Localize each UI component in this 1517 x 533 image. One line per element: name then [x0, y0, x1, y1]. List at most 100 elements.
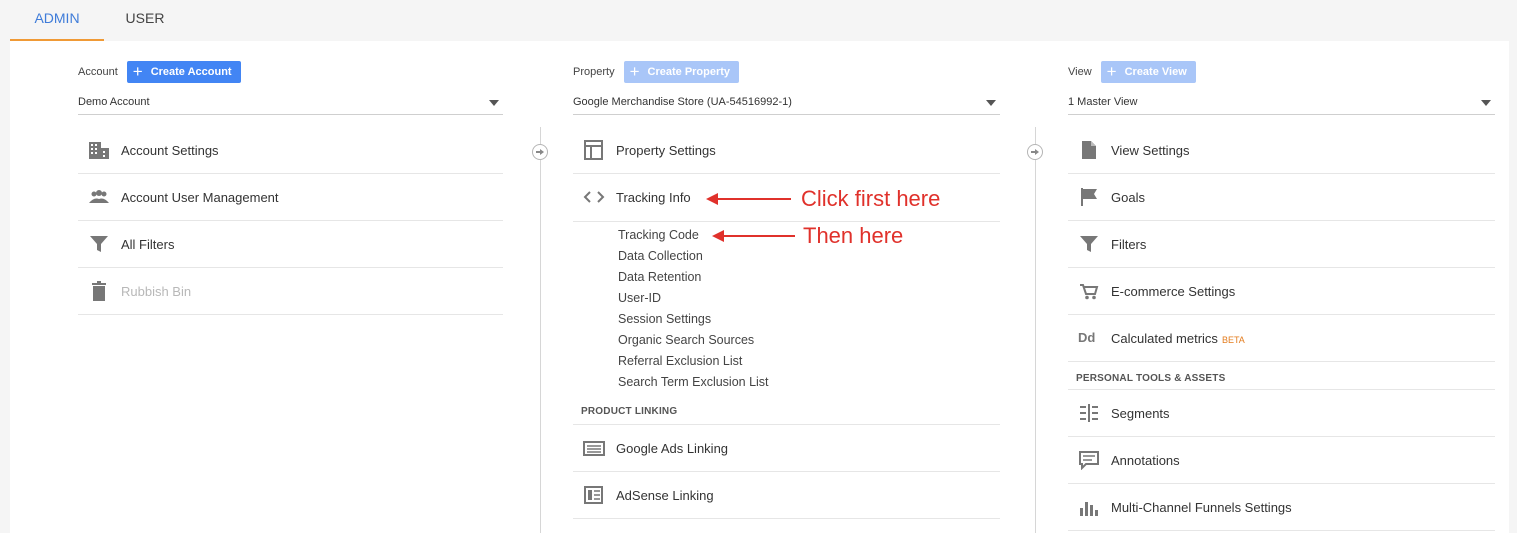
document-icon — [1082, 141, 1096, 159]
account-settings-item[interactable]: Account Settings — [78, 127, 503, 174]
view-header: View + Create View — [1068, 61, 1196, 83]
view-settings-item[interactable]: View Settings — [1068, 127, 1495, 174]
account-column: Account + Create Account Demo Account Ac… — [78, 41, 503, 533]
adsense-icon — [584, 486, 603, 504]
create-view-button[interactable]: + Create View — [1100, 61, 1196, 83]
calculated-metrics-label: Calculated metrics BETA — [1111, 331, 1245, 346]
rubbish-bin-label: Rubbish Bin — [121, 283, 192, 299]
account-selected: Demo Account — [78, 96, 150, 108]
building-icon — [89, 142, 109, 159]
tab-admin[interactable]: ADMIN — [10, 0, 104, 41]
submenu-item-session-settings[interactable]: Session Settings — [573, 309, 1000, 330]
arrow-right-icon — [532, 144, 548, 160]
create-property-label: Create Property — [647, 66, 731, 78]
account-settings-label: Account Settings — [121, 142, 219, 158]
window-icon — [584, 140, 603, 160]
view-column: View + Create View 1 Master View View Se… — [1068, 41, 1495, 533]
submenu-item-organic-search[interactable]: Organic Search Sources — [573, 330, 1000, 351]
submenu-item-user-id[interactable]: User-ID — [573, 288, 1000, 309]
property-settings-label: Property Settings — [616, 142, 716, 158]
create-account-label: Create Account — [150, 66, 232, 78]
mcf-settings-label: Multi-Channel Funnels Settings — [1111, 499, 1292, 515]
annotations-label: Annotations — [1111, 452, 1180, 468]
property-settings-item[interactable]: Property Settings — [573, 127, 1000, 174]
people-icon — [89, 190, 109, 203]
admin-tabs: ADMIN USER — [10, 0, 1517, 41]
mcf-settings-item[interactable]: Multi-Channel Funnels Settings — [1068, 484, 1495, 531]
trash-icon — [92, 281, 106, 301]
calculated-metrics-text: Calculated metrics — [1111, 330, 1218, 346]
personal-tools-heading: PERSONAL TOOLS & ASSETS — [1068, 362, 1495, 390]
view-selected: 1 Master View — [1068, 96, 1138, 108]
account-menu: Account Settings Account User Management… — [78, 127, 503, 315]
plus-icon: + — [132, 62, 143, 81]
submenu-item-data-retention[interactable]: Data Retention — [573, 267, 1000, 288]
annotations-item[interactable]: Annotations — [1068, 437, 1495, 484]
caret-down-icon — [489, 100, 499, 106]
product-linking-heading: PRODUCT LINKING — [573, 399, 1000, 425]
adsense-linking-label: AdSense Linking — [616, 487, 714, 503]
view-settings-label: View Settings — [1111, 142, 1190, 158]
code-icon — [583, 191, 605, 203]
google-ads-linking-label: Google Ads Linking — [616, 440, 729, 456]
filters-label: Filters — [1111, 236, 1147, 252]
arrow-right-icon — [1027, 144, 1043, 160]
calculated-metrics-item[interactable]: Dd Calculated metrics BETA — [1068, 315, 1495, 362]
create-view-label: Create View — [1124, 66, 1187, 78]
account-label: Account — [78, 66, 118, 78]
annotation-arrow-second — [712, 230, 795, 242]
column-divider — [532, 127, 548, 533]
admin-panel: Account + Create Account Demo Account Ac… — [10, 41, 1509, 533]
create-account-button[interactable]: + Create Account — [126, 61, 241, 83]
tab-user[interactable]: USER — [110, 0, 180, 41]
bar-chart-icon — [1080, 502, 1098, 516]
account-user-management-label: Account User Management — [121, 189, 279, 205]
filter-icon — [1080, 236, 1098, 252]
annotation-second: Then here — [803, 223, 904, 248]
account-header: Account + Create Account — [78, 61, 241, 83]
caret-down-icon — [986, 100, 996, 106]
ecommerce-settings-item[interactable]: E-commerce Settings — [1068, 268, 1495, 315]
filters-item[interactable]: Filters — [1068, 221, 1495, 268]
column-divider — [1027, 127, 1043, 533]
view-selector[interactable]: 1 Master View — [1068, 91, 1495, 115]
goals-item[interactable]: Goals — [1068, 174, 1495, 221]
property-header: Property + Create Property — [573, 61, 740, 83]
segments-label: Segments — [1111, 405, 1170, 421]
ads-icon — [583, 441, 605, 456]
dd-icon: Dd — [1078, 330, 1096, 345]
submenu-item-search-term-exclusion[interactable]: Search Term Exclusion List — [573, 372, 1000, 393]
property-selected: Google Merchandise Store (UA-54516992-1) — [573, 96, 792, 108]
create-property-button[interactable]: + Create Property — [623, 61, 740, 83]
segments-icon — [1080, 404, 1098, 422]
cart-icon — [1080, 284, 1099, 300]
plus-icon: + — [1106, 62, 1117, 81]
adsense-linking-item[interactable]: AdSense Linking — [573, 472, 1000, 519]
plus-icon: + — [629, 62, 640, 81]
google-ads-linking-item[interactable]: Google Ads Linking — [573, 425, 1000, 472]
property-selector[interactable]: Google Merchandise Store (UA-54516992-1) — [573, 91, 1000, 115]
goals-label: Goals — [1111, 189, 1145, 205]
filter-icon — [90, 236, 108, 252]
ecommerce-settings-label: E-commerce Settings — [1111, 283, 1236, 299]
segments-item[interactable]: Segments — [1068, 390, 1495, 437]
flag-icon — [1081, 188, 1097, 206]
annotation-arrow-first — [706, 193, 791, 205]
tracking-submenu: Tracking Code Data Collection Data Reten… — [573, 221, 1000, 393]
view-label: View — [1068, 66, 1092, 78]
all-filters-label: All Filters — [121, 236, 175, 252]
property-label: Property — [573, 66, 615, 78]
annotation-first: Click first here — [801, 186, 941, 211]
property-column: Property + Create Property Google Mercha… — [573, 41, 1000, 533]
beta-badge: BETA — [1221, 334, 1245, 345]
caret-down-icon — [1481, 100, 1491, 106]
submenu-item-referral-exclusion[interactable]: Referral Exclusion List — [573, 351, 1000, 372]
account-selector[interactable]: Demo Account — [78, 91, 503, 115]
rubbish-bin-item[interactable]: Rubbish Bin — [78, 268, 503, 315]
comment-icon — [1079, 451, 1099, 470]
all-filters-item[interactable]: All Filters — [78, 221, 503, 268]
account-user-management-item[interactable]: Account User Management — [78, 174, 503, 221]
submenu-item-data-collection[interactable]: Data Collection — [573, 246, 1000, 267]
view-menu: View Settings Goals Filters E-commerce S… — [1068, 127, 1495, 531]
tracking-info-label: Tracking Info — [616, 190, 691, 205]
